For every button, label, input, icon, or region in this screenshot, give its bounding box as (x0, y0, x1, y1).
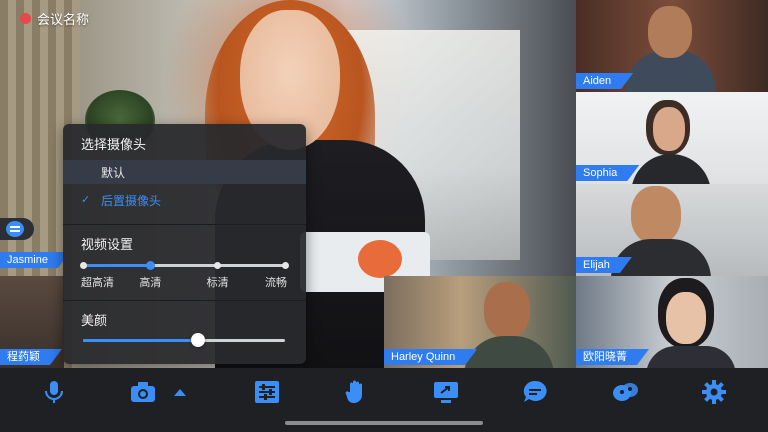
video-quality-slider[interactable] (79, 261, 289, 270)
quality-slider-fill (83, 264, 151, 267)
beauty-title: 美颜 (81, 313, 108, 328)
participant-name-tag: 程药颖 (0, 349, 62, 365)
participant-head (631, 186, 681, 244)
video-settings-title: 视频设置 (81, 237, 134, 252)
participant-tile-ouyang[interactable]: 欧阳晓菁 (576, 276, 768, 368)
participant-tile-chengyaoying[interactable]: 程药颖 (0, 276, 64, 368)
settings-button[interactable] (700, 378, 728, 406)
raise-hand-icon (345, 380, 362, 404)
home-indicator (285, 421, 483, 425)
beauty-slider-thumb[interactable] (191, 333, 206, 347)
beauty-slider-fill (83, 339, 199, 342)
chat-bubble-icon (6, 221, 24, 237)
participant-name-tag: Aiden (576, 73, 633, 89)
select-camera-title: 选择摄像头 (81, 137, 147, 152)
camera-option-rear[interactable]: ✓ 后置摄像头 (63, 188, 306, 212)
participant-body (631, 154, 711, 184)
raise-hand-button[interactable] (343, 378, 371, 406)
participant-name-tag: Harley Quinn (384, 349, 477, 365)
microphone-icon (45, 381, 63, 403)
camera-button[interactable] (129, 378, 157, 406)
participant-head (666, 292, 706, 344)
quality-label-high: 高清 (139, 277, 162, 289)
participant-head (653, 107, 685, 151)
camera-settings-panel: 选择摄像头 默认 ✓ 后置摄像头 视频设置 超高清 高清 标清 流畅 美颜 (63, 124, 306, 364)
quality-label-smooth: 流畅 (265, 277, 287, 289)
chat-button[interactable] (521, 378, 549, 406)
gear-icon (702, 380, 726, 404)
participant-tile-elijah[interactable]: Elijah (576, 184, 768, 276)
video-settings-button[interactable] (253, 378, 281, 406)
participants-button[interactable] (611, 378, 639, 406)
quality-label-standard: 标清 (206, 277, 229, 289)
panel-divider (63, 300, 306, 301)
participants-icon (613, 383, 638, 401)
camera-option-label: 默认 (101, 165, 126, 180)
participant-tile-aiden[interactable]: Aiden (576, 0, 768, 92)
participant-head (648, 6, 692, 58)
quality-tick-smooth[interactable] (281, 262, 289, 269)
participant-name-tag: 欧阳晓菁 (576, 349, 649, 365)
recording-dot-icon (20, 13, 31, 24)
beauty-slider[interactable] (83, 333, 285, 347)
participant-name-tag: Sophia (576, 165, 639, 181)
laptop-sticker (358, 240, 402, 278)
participant-name-tag: Jasmine (0, 252, 64, 268)
quality-label-ultra: 超高清 (81, 277, 114, 289)
chat-icon (523, 380, 547, 402)
participant-tile-jasmine[interactable]: Jasmine (0, 250, 64, 270)
camera-icon (131, 382, 155, 402)
participant-tile-sophia[interactable]: Sophia (576, 92, 768, 184)
check-icon: ✓ (81, 194, 91, 206)
participant-body (464, 336, 554, 368)
quality-tick-standard[interactable] (214, 262, 222, 269)
chat-tab[interactable] (0, 218, 34, 240)
quality-tick-ultra[interactable] (79, 262, 87, 269)
screen-share-button[interactable] (432, 378, 460, 406)
camera-option-label: 后置摄像头 (101, 193, 162, 208)
participant-body (646, 346, 736, 368)
microphone-button[interactable] (40, 378, 68, 406)
panel-divider (63, 224, 306, 225)
caret-up-icon (174, 389, 186, 396)
participant-tile-harley[interactable]: Harley Quinn (384, 276, 576, 368)
settings-sliders-icon (255, 381, 279, 403)
meeting-title-bar: 会议名称 (20, 9, 89, 28)
quality-tick-high[interactable] (145, 261, 155, 270)
camera-options-toggle[interactable] (170, 378, 190, 406)
meeting-title: 会议名称 (37, 12, 90, 27)
screen-share-icon (434, 382, 458, 403)
participant-head (484, 282, 530, 338)
camera-option-default[interactable]: 默认 (63, 160, 306, 184)
